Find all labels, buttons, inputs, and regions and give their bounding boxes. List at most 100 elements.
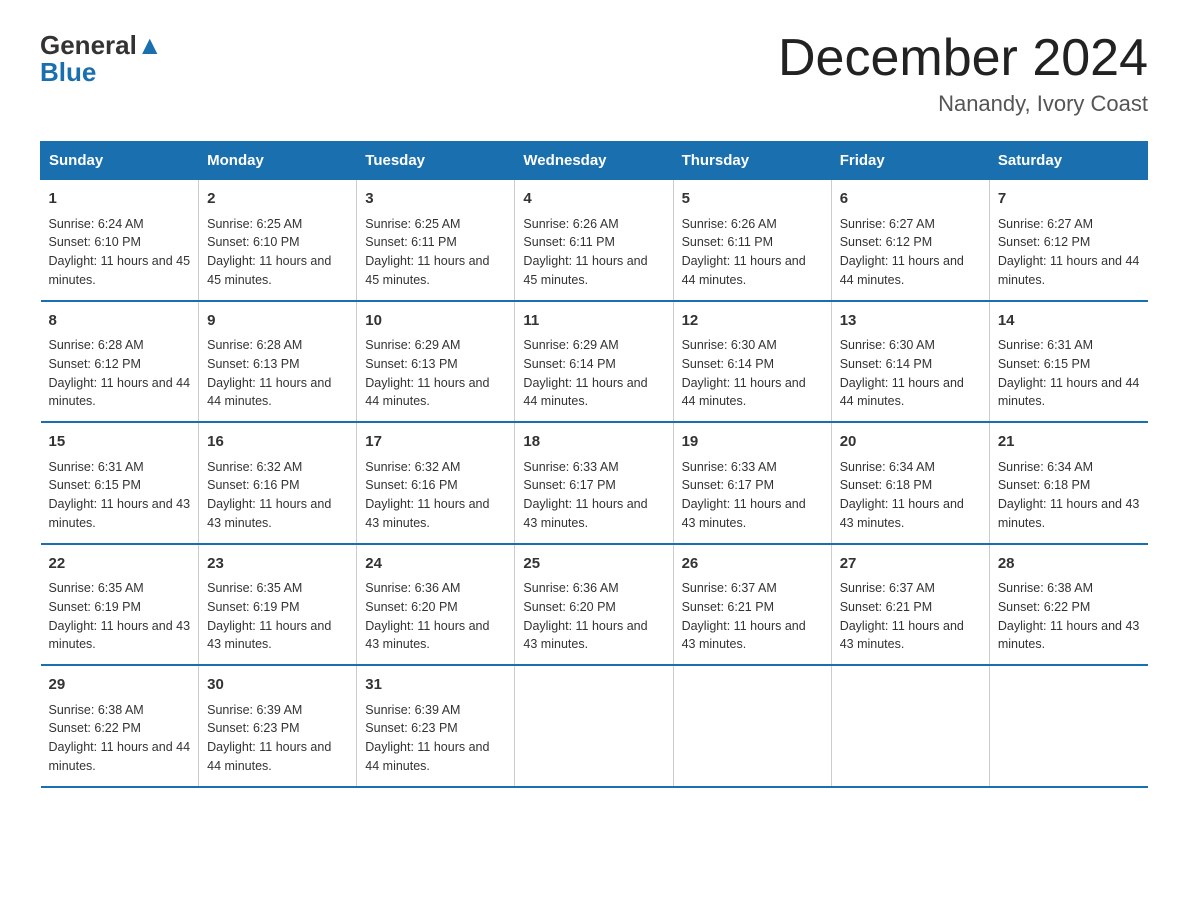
day-number: 17	[365, 431, 506, 454]
day-sunrise: Sunrise: 6:38 AM	[49, 703, 144, 717]
day-sunrise: Sunrise: 6:29 AM	[365, 338, 460, 352]
day-daylight: Daylight: 11 hours and 43 minutes.	[523, 619, 647, 652]
day-number: 12	[682, 310, 823, 333]
day-sunset: Sunset: 6:22 PM	[998, 600, 1090, 614]
table-row: 13 Sunrise: 6:30 AM Sunset: 6:14 PM Dayl…	[831, 301, 989, 423]
col-friday: Friday	[831, 142, 989, 180]
day-sunrise: Sunrise: 6:28 AM	[207, 338, 302, 352]
table-row: 31 Sunrise: 6:39 AM Sunset: 6:23 PM Dayl…	[357, 665, 515, 787]
day-sunset: Sunset: 6:10 PM	[207, 235, 299, 249]
day-daylight: Daylight: 11 hours and 44 minutes.	[49, 740, 191, 773]
day-sunrise: Sunrise: 6:29 AM	[523, 338, 618, 352]
day-number: 18	[523, 431, 664, 454]
day-daylight: Daylight: 11 hours and 43 minutes.	[682, 497, 806, 530]
day-daylight: Daylight: 11 hours and 43 minutes.	[998, 497, 1140, 530]
table-row: 30 Sunrise: 6:39 AM Sunset: 6:23 PM Dayl…	[199, 665, 357, 787]
table-row	[515, 665, 673, 787]
day-daylight: Daylight: 11 hours and 44 minutes.	[207, 376, 331, 409]
day-sunset: Sunset: 6:22 PM	[49, 721, 141, 735]
day-number: 25	[523, 553, 664, 576]
col-tuesday: Tuesday	[357, 142, 515, 180]
day-daylight: Daylight: 11 hours and 43 minutes.	[998, 619, 1140, 652]
day-sunset: Sunset: 6:21 PM	[682, 600, 774, 614]
day-sunrise: Sunrise: 6:30 AM	[682, 338, 777, 352]
day-number: 9	[207, 310, 348, 333]
page-header: General ▲ Blue December 2024 Nanandy, Iv…	[40, 30, 1148, 117]
day-sunrise: Sunrise: 6:32 AM	[207, 460, 302, 474]
table-row: 25 Sunrise: 6:36 AM Sunset: 6:20 PM Dayl…	[515, 544, 673, 666]
col-thursday: Thursday	[673, 142, 831, 180]
day-daylight: Daylight: 11 hours and 43 minutes.	[365, 619, 489, 652]
day-sunset: Sunset: 6:23 PM	[365, 721, 457, 735]
day-daylight: Daylight: 11 hours and 44 minutes.	[49, 376, 191, 409]
table-row: 27 Sunrise: 6:37 AM Sunset: 6:21 PM Dayl…	[831, 544, 989, 666]
col-sunday: Sunday	[41, 142, 199, 180]
table-row: 21 Sunrise: 6:34 AM Sunset: 6:18 PM Dayl…	[989, 422, 1147, 544]
day-sunset: Sunset: 6:12 PM	[998, 235, 1090, 249]
day-sunrise: Sunrise: 6:25 AM	[207, 217, 302, 231]
day-number: 30	[207, 674, 348, 697]
table-row: 24 Sunrise: 6:36 AM Sunset: 6:20 PM Dayl…	[357, 544, 515, 666]
day-daylight: Daylight: 11 hours and 44 minutes.	[998, 254, 1140, 287]
day-number: 1	[49, 188, 191, 211]
day-number: 6	[840, 188, 981, 211]
day-sunrise: Sunrise: 6:28 AM	[49, 338, 144, 352]
table-row: 8 Sunrise: 6:28 AM Sunset: 6:12 PM Dayli…	[41, 301, 199, 423]
logo: General ▲ Blue	[40, 30, 163, 88]
day-sunset: Sunset: 6:19 PM	[207, 600, 299, 614]
day-daylight: Daylight: 11 hours and 44 minutes.	[682, 254, 806, 287]
table-row: 9 Sunrise: 6:28 AM Sunset: 6:13 PM Dayli…	[199, 301, 357, 423]
day-daylight: Daylight: 11 hours and 43 minutes.	[840, 497, 964, 530]
day-sunset: Sunset: 6:10 PM	[49, 235, 141, 249]
day-daylight: Daylight: 11 hours and 44 minutes.	[523, 376, 647, 409]
table-row: 5 Sunrise: 6:26 AM Sunset: 6:11 PM Dayli…	[673, 180, 831, 301]
table-row: 12 Sunrise: 6:30 AM Sunset: 6:14 PM Dayl…	[673, 301, 831, 423]
calendar-header-row: Sunday Monday Tuesday Wednesday Thursday…	[41, 142, 1148, 180]
day-sunrise: Sunrise: 6:30 AM	[840, 338, 935, 352]
location: Nanandy, Ivory Coast	[778, 91, 1148, 117]
day-sunrise: Sunrise: 6:34 AM	[998, 460, 1093, 474]
table-row: 22 Sunrise: 6:35 AM Sunset: 6:19 PM Dayl…	[41, 544, 199, 666]
day-sunset: Sunset: 6:17 PM	[523, 478, 615, 492]
day-daylight: Daylight: 11 hours and 43 minutes.	[49, 497, 191, 530]
day-daylight: Daylight: 11 hours and 43 minutes.	[207, 619, 331, 652]
day-number: 26	[682, 553, 823, 576]
logo-line2: Blue	[40, 57, 163, 88]
day-sunrise: Sunrise: 6:26 AM	[682, 217, 777, 231]
day-daylight: Daylight: 11 hours and 45 minutes.	[207, 254, 331, 287]
day-number: 5	[682, 188, 823, 211]
day-sunset: Sunset: 6:13 PM	[365, 357, 457, 371]
day-sunrise: Sunrise: 6:35 AM	[207, 581, 302, 595]
day-sunrise: Sunrise: 6:25 AM	[365, 217, 460, 231]
calendar-week-row: 1 Sunrise: 6:24 AM Sunset: 6:10 PM Dayli…	[41, 180, 1148, 301]
day-number: 31	[365, 674, 506, 697]
day-sunset: Sunset: 6:16 PM	[365, 478, 457, 492]
day-sunrise: Sunrise: 6:35 AM	[49, 581, 144, 595]
day-daylight: Daylight: 11 hours and 44 minutes.	[998, 376, 1140, 409]
table-row: 17 Sunrise: 6:32 AM Sunset: 6:16 PM Dayl…	[357, 422, 515, 544]
day-number: 21	[998, 431, 1140, 454]
day-daylight: Daylight: 11 hours and 44 minutes.	[365, 376, 489, 409]
day-sunset: Sunset: 6:12 PM	[840, 235, 932, 249]
day-sunset: Sunset: 6:11 PM	[523, 235, 615, 249]
day-number: 7	[998, 188, 1140, 211]
calendar-week-row: 15 Sunrise: 6:31 AM Sunset: 6:15 PM Dayl…	[41, 422, 1148, 544]
calendar-table: Sunday Monday Tuesday Wednesday Thursday…	[40, 141, 1148, 788]
table-row: 6 Sunrise: 6:27 AM Sunset: 6:12 PM Dayli…	[831, 180, 989, 301]
day-number: 19	[682, 431, 823, 454]
title-block: December 2024 Nanandy, Ivory Coast	[778, 30, 1148, 117]
col-saturday: Saturday	[989, 142, 1147, 180]
day-sunset: Sunset: 6:15 PM	[49, 478, 141, 492]
day-sunrise: Sunrise: 6:27 AM	[998, 217, 1093, 231]
day-sunrise: Sunrise: 6:39 AM	[207, 703, 302, 717]
day-sunset: Sunset: 6:20 PM	[365, 600, 457, 614]
table-row: 16 Sunrise: 6:32 AM Sunset: 6:16 PM Dayl…	[199, 422, 357, 544]
day-number: 10	[365, 310, 506, 333]
day-sunrise: Sunrise: 6:32 AM	[365, 460, 460, 474]
table-row: 7 Sunrise: 6:27 AM Sunset: 6:12 PM Dayli…	[989, 180, 1147, 301]
table-row: 14 Sunrise: 6:31 AM Sunset: 6:15 PM Dayl…	[989, 301, 1147, 423]
table-row: 26 Sunrise: 6:37 AM Sunset: 6:21 PM Dayl…	[673, 544, 831, 666]
day-number: 27	[840, 553, 981, 576]
day-sunrise: Sunrise: 6:24 AM	[49, 217, 144, 231]
table-row	[989, 665, 1147, 787]
